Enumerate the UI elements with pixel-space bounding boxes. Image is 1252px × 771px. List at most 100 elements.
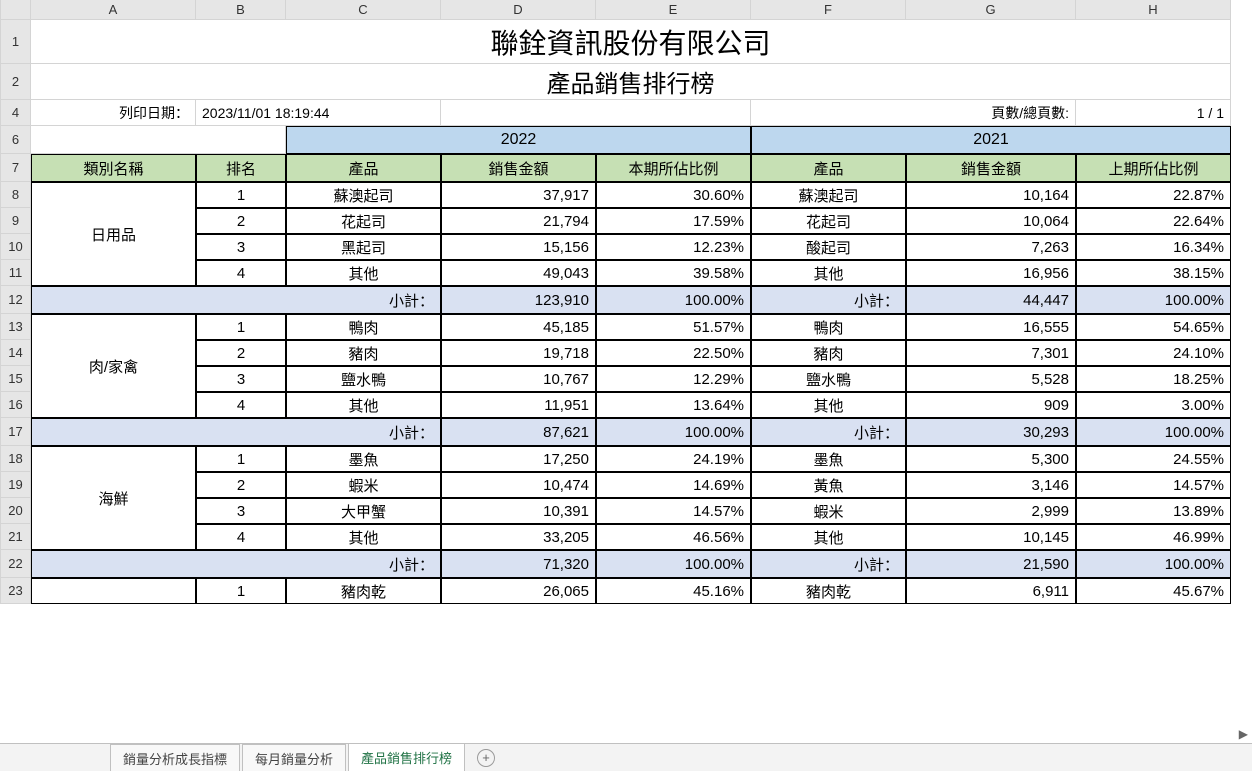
product-2022: 鹽水鴨 (286, 366, 441, 392)
row-header[interactable]: 23 (1, 578, 31, 604)
pct-2022: 14.69% (596, 472, 751, 498)
product-2022: 其他 (286, 524, 441, 550)
row-header[interactable]: 4 (1, 100, 31, 126)
row-header[interactable]: 12 (1, 286, 31, 314)
rank-cell: 1 (196, 446, 286, 472)
row-header[interactable]: 1 (1, 20, 31, 64)
pct-2022: 45.16% (596, 578, 751, 604)
header-amount-2021: 銷售金額 (906, 154, 1076, 182)
row-header[interactable]: 6 (1, 126, 31, 154)
row-header[interactable]: 14 (1, 340, 31, 366)
row-header[interactable]: 22 (1, 550, 31, 578)
pct-2021: 22.64% (1076, 208, 1231, 234)
amount-2021: 3,146 (906, 472, 1076, 498)
subtotal-amount-2022: 87,621 (441, 418, 596, 446)
row-header[interactable]: 9 (1, 208, 31, 234)
amount-2022: 15,156 (441, 234, 596, 260)
pct-2022: 14.57% (596, 498, 751, 524)
sheet-tabs-bar: 銷量分析成長指標 每月銷量分析 產品銷售排行榜 + (0, 743, 1252, 771)
product-2022: 蘇澳起司 (286, 182, 441, 208)
spreadsheet: ABCDEFGH1聯銓資訊股份有限公司2產品銷售排行榜4列印日期：2023/11… (0, 0, 1252, 771)
row-header[interactable]: 17 (1, 418, 31, 446)
col-header-G[interactable]: G (906, 0, 1076, 20)
pct-2022: 39.58% (596, 260, 751, 286)
product-2021: 蝦米 (751, 498, 906, 524)
pct-2021: 24.55% (1076, 446, 1231, 472)
pct-2022: 12.29% (596, 366, 751, 392)
subtotal-amount-2022: 71,320 (441, 550, 596, 578)
subtotal-amount-2021: 44,447 (906, 286, 1076, 314)
report-subtitle: 產品銷售排行榜 (31, 64, 1231, 100)
pct-2022: 13.64% (596, 392, 751, 418)
subtotal-pct-2022: 100.00% (596, 418, 751, 446)
category-name: 肉/家禽 (31, 314, 196, 418)
pct-2022: 30.60% (596, 182, 751, 208)
amount-2022: 17,250 (441, 446, 596, 472)
pct-2022: 22.50% (596, 340, 751, 366)
scrollbar-right-icon[interactable]: ▶ (1222, 725, 1252, 743)
row-header[interactable]: 21 (1, 524, 31, 550)
col-header-B[interactable]: B (196, 0, 286, 20)
rank-cell: 2 (196, 208, 286, 234)
product-2021: 其他 (751, 260, 906, 286)
amount-2022: 11,951 (441, 392, 596, 418)
header-product-2021: 產品 (751, 154, 906, 182)
row-header[interactable]: 11 (1, 260, 31, 286)
product-2021: 豬肉乾 (751, 578, 906, 604)
product-2022: 鴨肉 (286, 314, 441, 340)
row-header[interactable]: 20 (1, 498, 31, 524)
product-2022: 其他 (286, 392, 441, 418)
row-header[interactable]: 10 (1, 234, 31, 260)
amount-2021: 7,263 (906, 234, 1076, 260)
pct-2022: 12.23% (596, 234, 751, 260)
year-2022-header: 2022 (286, 126, 751, 154)
col-header-D[interactable]: D (441, 0, 596, 20)
grid: ABCDEFGH1聯銓資訊股份有限公司2產品銷售排行榜4列印日期：2023/11… (0, 0, 1252, 604)
amount-2021: 6,911 (906, 578, 1076, 604)
row-header[interactable]: 16 (1, 392, 31, 418)
product-2021: 酸起司 (751, 234, 906, 260)
product-2022: 黑起司 (286, 234, 441, 260)
amount-2022: 10,474 (441, 472, 596, 498)
product-2022: 大甲蟹 (286, 498, 441, 524)
subtotal-label-2022: 小計： (31, 550, 441, 578)
row-header[interactable]: 8 (1, 182, 31, 208)
row-header[interactable]: 19 (1, 472, 31, 498)
select-all[interactable] (1, 0, 31, 20)
add-sheet-button[interactable]: + (477, 749, 495, 767)
product-2021: 鹽水鴨 (751, 366, 906, 392)
pct-2021: 24.10% (1076, 340, 1231, 366)
col-header-H[interactable]: H (1076, 0, 1231, 20)
subtotal-amount-2021: 30,293 (906, 418, 1076, 446)
amount-2022: 21,794 (441, 208, 596, 234)
rank-cell: 1 (196, 182, 286, 208)
pct-2021: 38.15% (1076, 260, 1231, 286)
col-header-E[interactable]: E (596, 0, 751, 20)
row-header[interactable]: 13 (1, 314, 31, 340)
tab-monthly[interactable]: 每月銷量分析 (242, 744, 346, 771)
amount-2021: 16,555 (906, 314, 1076, 340)
pct-2021: 22.87% (1076, 182, 1231, 208)
row-header[interactable]: 15 (1, 366, 31, 392)
amount-2021: 5,300 (906, 446, 1076, 472)
category-name: 海鮮 (31, 446, 196, 550)
subtotal-label-2022: 小計： (31, 418, 441, 446)
tab-growth[interactable]: 銷量分析成長指標 (110, 744, 240, 771)
amount-2022: 33,205 (441, 524, 596, 550)
pct-2021: 45.67% (1076, 578, 1231, 604)
col-header-C[interactable]: C (286, 0, 441, 20)
product-2021: 蘇澳起司 (751, 182, 906, 208)
amount-2022: 45,185 (441, 314, 596, 340)
product-2022: 墨魚 (286, 446, 441, 472)
header-pct-2022: 本期所佔比例 (596, 154, 751, 182)
col-header-A[interactable]: A (31, 0, 196, 20)
col-header-F[interactable]: F (751, 0, 906, 20)
row-header[interactable]: 18 (1, 446, 31, 472)
subtotal-pct-2022: 100.00% (596, 286, 751, 314)
subtotal-label-2022: 小計： (31, 286, 441, 314)
row-header[interactable]: 7 (1, 154, 31, 182)
subtotal-pct-2021: 100.00% (1076, 286, 1231, 314)
tab-ranking[interactable]: 產品銷售排行榜 (348, 743, 465, 771)
amount-2021: 10,145 (906, 524, 1076, 550)
row-header[interactable]: 2 (1, 64, 31, 100)
